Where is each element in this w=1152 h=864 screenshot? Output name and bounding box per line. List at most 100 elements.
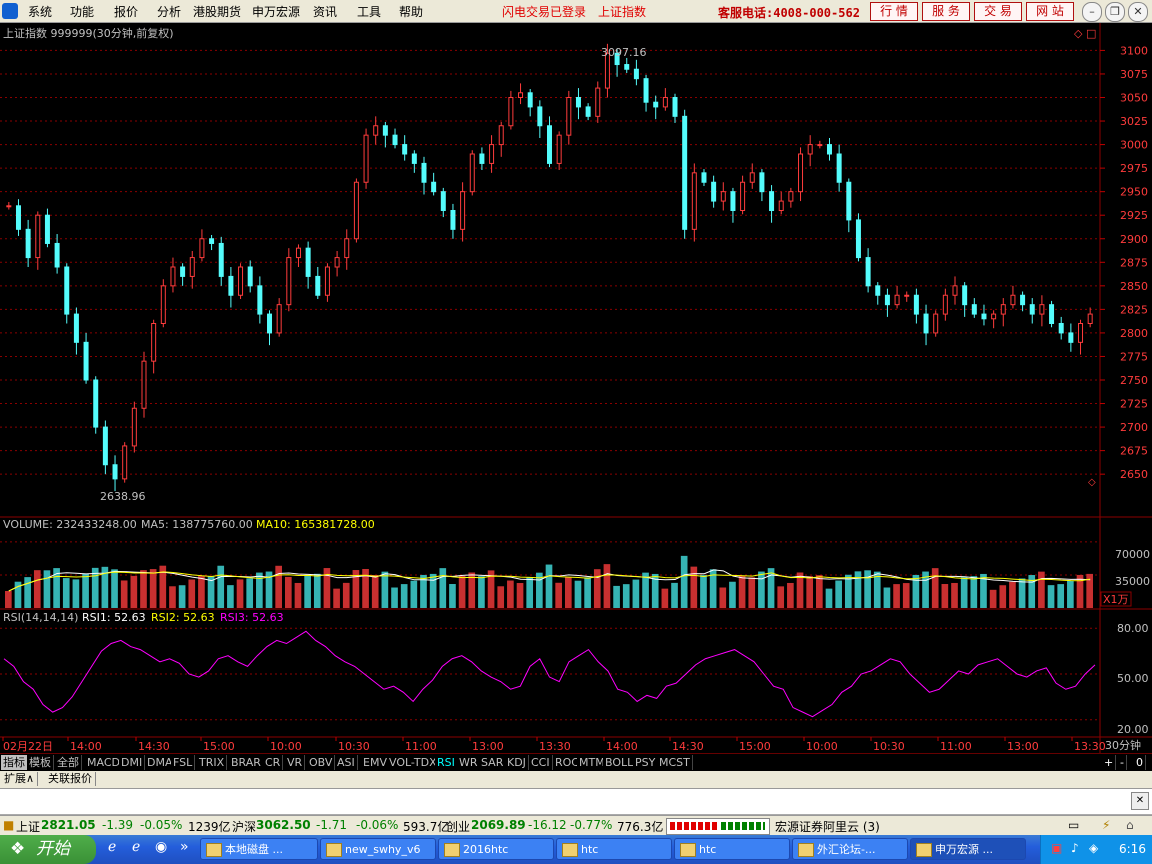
tab-指标[interactable]: 指标 <box>1 755 28 770</box>
period-label[interactable]: 30分钟 <box>1105 738 1141 752</box>
tab-brar[interactable]: BRAR <box>229 755 264 770</box>
tray-shield-icon[interactable]: ◈ <box>1089 841 1098 855</box>
taskbar-item-label: 本地磁盘 ... <box>225 843 283 856</box>
candle-body <box>440 191 446 212</box>
rsi-tick-80: 80.00 <box>1117 622 1149 635</box>
tab-asi[interactable]: ASI <box>335 755 358 770</box>
candle-body <box>102 426 108 466</box>
tab-vr[interactable]: VR <box>285 755 306 770</box>
show-desktop-icon[interactable]: » <box>180 839 189 855</box>
minimize-icon[interactable]: – <box>1082 2 1102 22</box>
kline-chart[interactable]: 3100 3075 3050 3025 3000 2975 2950 2925 2900 2875… <box>0 23 1152 758</box>
candle-body <box>933 313 939 334</box>
price-tick-label: 2725 <box>1120 398 1148 411</box>
candle-body <box>942 294 948 315</box>
tab-rsi[interactable]: RSI <box>435 755 458 770</box>
volume-bar <box>970 576 978 608</box>
volume-bar <box>1038 571 1045 608</box>
volume-bar <box>960 577 968 608</box>
menu-info[interactable]: 资讯 <box>313 3 337 20</box>
service-button[interactable]: 服 务 <box>922 2 970 21</box>
tab-psy[interactable]: PSY <box>633 755 659 770</box>
panel-close-icon[interactable]: ✕ <box>1131 792 1149 810</box>
signal-icon[interactable]: ⚡ <box>1102 818 1110 832</box>
tab-全部[interactable]: 全部 <box>55 755 82 770</box>
start-button[interactable]: ❖ 开始 <box>0 835 96 864</box>
candle-body <box>305 247 311 277</box>
taskbar-item[interactable]: 本地磁盘 ... <box>200 838 318 860</box>
price-tick-label: 2775 <box>1120 350 1148 363</box>
candle-body <box>44 214 50 244</box>
menu-function[interactable]: 功能 <box>70 3 94 20</box>
volume-bar <box>342 582 350 608</box>
quote-button[interactable]: 行 情 <box>870 2 918 21</box>
clock: 6:16 <box>1119 842 1146 856</box>
ie-icon[interactable]: ℯ <box>108 839 116 855</box>
tab-boll[interactable]: BOLL <box>603 755 637 770</box>
menu-shenwan[interactable]: 申万宏源 <box>252 3 300 20</box>
chrome-icon[interactable]: ◉ <box>155 839 167 855</box>
candle-body <box>971 304 977 315</box>
folder-icon <box>206 843 222 857</box>
lock-status-icon[interactable]: ⌂ <box>1126 818 1134 832</box>
candle-body <box>1058 323 1064 334</box>
candle-body <box>1087 313 1093 325</box>
tab-cr[interactable]: CR <box>263 755 284 770</box>
tab-emv[interactable]: EMV <box>361 755 390 770</box>
candle-body <box>170 266 176 287</box>
tray-flag-icon[interactable]: ▣ <box>1051 841 1062 855</box>
tab-vol-tdx[interactable]: VOL-TDX <box>387 755 440 770</box>
ie2-icon[interactable]: ℯ <box>132 839 140 855</box>
tray-sound-icon[interactable]: ♪ <box>1071 841 1079 855</box>
menu-tools[interactable]: 工具 <box>357 3 381 20</box>
taskbar-item[interactable]: new_swhy_v6 <box>320 838 436 860</box>
close-icon[interactable]: ✕ <box>1128 2 1148 22</box>
candle-body <box>527 92 533 108</box>
taskbar-item[interactable]: htc <box>556 838 672 860</box>
volume-bar <box>951 582 958 608</box>
diamond-icon[interactable]: ◇ <box>1074 27 1083 40</box>
taskbar-item-label: 外汇论坛-... <box>817 843 876 856</box>
website-button[interactable]: 网 站 <box>1026 2 1074 21</box>
volume-bar <box>806 576 814 608</box>
tab-wr[interactable]: WR <box>457 755 481 770</box>
tab-trix[interactable]: TRIX <box>197 755 228 770</box>
tab-kdj[interactable]: KDJ <box>505 755 529 770</box>
trade-button[interactable]: 交 易 <box>974 2 1022 21</box>
tab-obv[interactable]: OBV <box>307 755 336 770</box>
tab-dmi[interactable]: DMI <box>119 755 146 770</box>
start-label: 开始 <box>36 839 70 859</box>
tab-extend[interactable]: 扩展∧ <box>1 772 39 786</box>
taskbar-item[interactable]: htc <box>674 838 790 860</box>
zoom-out-button[interactable]: - <box>1118 755 1127 770</box>
menu-quote[interactable]: 报价 <box>114 3 138 20</box>
taskbar-item[interactable]: 外汇论坛-... <box>792 838 908 860</box>
taskbar-item[interactable]: 2016htc <box>438 838 554 860</box>
tab-fsl[interactable]: FSL <box>171 755 196 770</box>
restore-icon[interactable]: ❐ <box>1105 2 1125 22</box>
tab-related-quotes[interactable]: 关联报价 <box>45 772 96 786</box>
candle-body <box>479 153 485 164</box>
tab-macd[interactable]: MACD <box>85 755 123 770</box>
flash-login-link[interactable]: 闪电交易已登录 <box>502 3 586 20</box>
tab-cci[interactable]: CCI <box>529 755 553 770</box>
current-index-link[interactable]: 上证指数 <box>598 3 646 20</box>
tab-mcst[interactable]: MCST <box>657 755 693 770</box>
scroll-diamond-icon[interactable]: ◇ <box>1088 477 1096 488</box>
price-tick-label: 3050 <box>1120 92 1148 105</box>
tab-sar[interactable]: SAR <box>479 755 507 770</box>
menu-help[interactable]: 帮助 <box>399 3 423 20</box>
settings-icon[interactable]: ▭ <box>1068 818 1079 832</box>
menu-analysis[interactable]: 分析 <box>157 3 181 20</box>
zoom-in-button[interactable]: + <box>1102 755 1117 770</box>
window-toggle-icon[interactable]: □ <box>1086 27 1096 40</box>
tab-模板[interactable]: 模板 <box>27 755 54 770</box>
volume-bar <box>690 566 698 608</box>
reset-button[interactable]: 0 <box>1134 755 1146 770</box>
volume-bar <box>400 584 408 608</box>
taskbar-item[interactable]: 申万宏源 ... <box>910 838 1026 860</box>
price-tick-label: 3000 <box>1120 139 1148 152</box>
taskbar-item-label: 申万宏源 ... <box>935 843 993 856</box>
menu-hk-futures[interactable]: 港股期货 <box>193 3 241 20</box>
menu-system[interactable]: 系统 <box>28 3 52 20</box>
